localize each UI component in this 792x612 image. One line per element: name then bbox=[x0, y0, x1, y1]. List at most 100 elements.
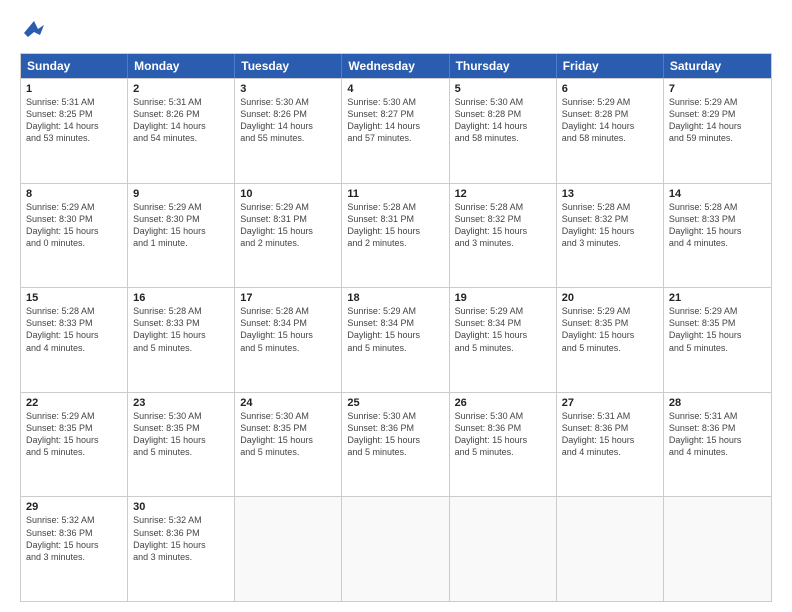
cal-cell: 9Sunrise: 5:29 AMSunset: 8:30 PMDaylight… bbox=[128, 184, 235, 288]
cal-cell bbox=[557, 497, 664, 601]
cal-day-info: Sunrise: 5:30 AMSunset: 8:36 PMDaylight:… bbox=[455, 410, 551, 459]
cal-day-info: Sunrise: 5:28 AMSunset: 8:33 PMDaylight:… bbox=[26, 305, 122, 354]
page: SundayMondayTuesdayWednesdayThursdayFrid… bbox=[0, 0, 792, 612]
cal-cell: 4Sunrise: 5:30 AMSunset: 8:27 PMDaylight… bbox=[342, 79, 449, 183]
cal-week-3: 15Sunrise: 5:28 AMSunset: 8:33 PMDayligh… bbox=[21, 287, 771, 392]
cal-day-number: 1 bbox=[26, 83, 122, 95]
cal-day-number: 27 bbox=[562, 397, 658, 409]
cal-day-number: 2 bbox=[133, 83, 229, 95]
cal-cell: 2Sunrise: 5:31 AMSunset: 8:26 PMDaylight… bbox=[128, 79, 235, 183]
cal-day-number: 24 bbox=[240, 397, 336, 409]
cal-day-number: 5 bbox=[455, 83, 551, 95]
cal-week-5: 29Sunrise: 5:32 AMSunset: 8:36 PMDayligh… bbox=[21, 496, 771, 601]
cal-day-number: 4 bbox=[347, 83, 443, 95]
cal-day-number: 19 bbox=[455, 292, 551, 304]
cal-day-info: Sunrise: 5:29 AMSunset: 8:35 PMDaylight:… bbox=[562, 305, 658, 354]
cal-day-info: Sunrise: 5:28 AMSunset: 8:34 PMDaylight:… bbox=[240, 305, 336, 354]
cal-cell: 10Sunrise: 5:29 AMSunset: 8:31 PMDayligh… bbox=[235, 184, 342, 288]
cal-day-info: Sunrise: 5:29 AMSunset: 8:35 PMDaylight:… bbox=[669, 305, 766, 354]
cal-header-wednesday: Wednesday bbox=[342, 54, 449, 78]
cal-day-number: 7 bbox=[669, 83, 766, 95]
cal-cell bbox=[450, 497, 557, 601]
cal-day-number: 28 bbox=[669, 397, 766, 409]
cal-day-info: Sunrise: 5:29 AMSunset: 8:34 PMDaylight:… bbox=[455, 305, 551, 354]
cal-day-info: Sunrise: 5:28 AMSunset: 8:33 PMDaylight:… bbox=[669, 201, 766, 250]
cal-day-info: Sunrise: 5:29 AMSunset: 8:34 PMDaylight:… bbox=[347, 305, 443, 354]
cal-day-info: Sunrise: 5:30 AMSunset: 8:35 PMDaylight:… bbox=[240, 410, 336, 459]
cal-cell: 19Sunrise: 5:29 AMSunset: 8:34 PMDayligh… bbox=[450, 288, 557, 392]
cal-day-info: Sunrise: 5:30 AMSunset: 8:26 PMDaylight:… bbox=[240, 96, 336, 145]
cal-header-thursday: Thursday bbox=[450, 54, 557, 78]
cal-day-info: Sunrise: 5:31 AMSunset: 8:26 PMDaylight:… bbox=[133, 96, 229, 145]
cal-cell: 6Sunrise: 5:29 AMSunset: 8:28 PMDaylight… bbox=[557, 79, 664, 183]
cal-day-info: Sunrise: 5:31 AMSunset: 8:36 PMDaylight:… bbox=[669, 410, 766, 459]
cal-day-info: Sunrise: 5:32 AMSunset: 8:36 PMDaylight:… bbox=[26, 514, 122, 563]
cal-week-1: 1Sunrise: 5:31 AMSunset: 8:25 PMDaylight… bbox=[21, 78, 771, 183]
cal-day-number: 11 bbox=[347, 188, 443, 200]
cal-day-info: Sunrise: 5:29 AMSunset: 8:30 PMDaylight:… bbox=[133, 201, 229, 250]
cal-cell: 22Sunrise: 5:29 AMSunset: 8:35 PMDayligh… bbox=[21, 393, 128, 497]
logo bbox=[20, 15, 52, 43]
cal-day-number: 29 bbox=[26, 501, 122, 513]
cal-day-info: Sunrise: 5:28 AMSunset: 8:32 PMDaylight:… bbox=[562, 201, 658, 250]
cal-cell: 30Sunrise: 5:32 AMSunset: 8:36 PMDayligh… bbox=[128, 497, 235, 601]
calendar-header-row: SundayMondayTuesdayWednesdayThursdayFrid… bbox=[21, 54, 771, 78]
cal-day-info: Sunrise: 5:32 AMSunset: 8:36 PMDaylight:… bbox=[133, 514, 229, 563]
cal-cell bbox=[342, 497, 449, 601]
cal-day-number: 23 bbox=[133, 397, 229, 409]
cal-cell: 11Sunrise: 5:28 AMSunset: 8:31 PMDayligh… bbox=[342, 184, 449, 288]
cal-day-info: Sunrise: 5:30 AMSunset: 8:28 PMDaylight:… bbox=[455, 96, 551, 145]
cal-day-number: 22 bbox=[26, 397, 122, 409]
cal-day-number: 26 bbox=[455, 397, 551, 409]
cal-day-info: Sunrise: 5:29 AMSunset: 8:29 PMDaylight:… bbox=[669, 96, 766, 145]
cal-day-info: Sunrise: 5:31 AMSunset: 8:25 PMDaylight:… bbox=[26, 96, 122, 145]
cal-day-info: Sunrise: 5:30 AMSunset: 8:35 PMDaylight:… bbox=[133, 410, 229, 459]
cal-week-4: 22Sunrise: 5:29 AMSunset: 8:35 PMDayligh… bbox=[21, 392, 771, 497]
calendar-body: 1Sunrise: 5:31 AMSunset: 8:25 PMDaylight… bbox=[21, 78, 771, 601]
cal-cell: 27Sunrise: 5:31 AMSunset: 8:36 PMDayligh… bbox=[557, 393, 664, 497]
cal-cell: 21Sunrise: 5:29 AMSunset: 8:35 PMDayligh… bbox=[664, 288, 771, 392]
cal-header-sunday: Sunday bbox=[21, 54, 128, 78]
cal-header-monday: Monday bbox=[128, 54, 235, 78]
cal-header-tuesday: Tuesday bbox=[235, 54, 342, 78]
cal-day-number: 14 bbox=[669, 188, 766, 200]
cal-day-info: Sunrise: 5:29 AMSunset: 8:35 PMDaylight:… bbox=[26, 410, 122, 459]
cal-cell: 5Sunrise: 5:30 AMSunset: 8:28 PMDaylight… bbox=[450, 79, 557, 183]
cal-day-info: Sunrise: 5:30 AMSunset: 8:27 PMDaylight:… bbox=[347, 96, 443, 145]
cal-cell: 17Sunrise: 5:28 AMSunset: 8:34 PMDayligh… bbox=[235, 288, 342, 392]
cal-cell bbox=[235, 497, 342, 601]
cal-cell: 15Sunrise: 5:28 AMSunset: 8:33 PMDayligh… bbox=[21, 288, 128, 392]
cal-header-friday: Friday bbox=[557, 54, 664, 78]
cal-day-number: 12 bbox=[455, 188, 551, 200]
cal-cell: 8Sunrise: 5:29 AMSunset: 8:30 PMDaylight… bbox=[21, 184, 128, 288]
cal-cell: 3Sunrise: 5:30 AMSunset: 8:26 PMDaylight… bbox=[235, 79, 342, 183]
cal-day-number: 20 bbox=[562, 292, 658, 304]
cal-day-number: 8 bbox=[26, 188, 122, 200]
cal-cell: 24Sunrise: 5:30 AMSunset: 8:35 PMDayligh… bbox=[235, 393, 342, 497]
cal-day-info: Sunrise: 5:29 AMSunset: 8:30 PMDaylight:… bbox=[26, 201, 122, 250]
cal-cell: 14Sunrise: 5:28 AMSunset: 8:33 PMDayligh… bbox=[664, 184, 771, 288]
cal-day-number: 30 bbox=[133, 501, 229, 513]
cal-week-2: 8Sunrise: 5:29 AMSunset: 8:30 PMDaylight… bbox=[21, 183, 771, 288]
cal-cell: 12Sunrise: 5:28 AMSunset: 8:32 PMDayligh… bbox=[450, 184, 557, 288]
cal-cell bbox=[664, 497, 771, 601]
cal-cell: 7Sunrise: 5:29 AMSunset: 8:29 PMDaylight… bbox=[664, 79, 771, 183]
cal-day-info: Sunrise: 5:28 AMSunset: 8:33 PMDaylight:… bbox=[133, 305, 229, 354]
cal-header-saturday: Saturday bbox=[664, 54, 771, 78]
cal-day-info: Sunrise: 5:30 AMSunset: 8:36 PMDaylight:… bbox=[347, 410, 443, 459]
cal-day-number: 10 bbox=[240, 188, 336, 200]
cal-day-number: 21 bbox=[669, 292, 766, 304]
cal-day-number: 9 bbox=[133, 188, 229, 200]
cal-day-number: 6 bbox=[562, 83, 658, 95]
cal-cell: 26Sunrise: 5:30 AMSunset: 8:36 PMDayligh… bbox=[450, 393, 557, 497]
cal-day-number: 3 bbox=[240, 83, 336, 95]
calendar: SundayMondayTuesdayWednesdayThursdayFrid… bbox=[20, 53, 772, 602]
cal-cell: 23Sunrise: 5:30 AMSunset: 8:35 PMDayligh… bbox=[128, 393, 235, 497]
cal-day-number: 25 bbox=[347, 397, 443, 409]
cal-day-number: 16 bbox=[133, 292, 229, 304]
cal-cell: 20Sunrise: 5:29 AMSunset: 8:35 PMDayligh… bbox=[557, 288, 664, 392]
cal-cell: 1Sunrise: 5:31 AMSunset: 8:25 PMDaylight… bbox=[21, 79, 128, 183]
cal-cell: 28Sunrise: 5:31 AMSunset: 8:36 PMDayligh… bbox=[664, 393, 771, 497]
cal-cell: 16Sunrise: 5:28 AMSunset: 8:33 PMDayligh… bbox=[128, 288, 235, 392]
cal-cell: 13Sunrise: 5:28 AMSunset: 8:32 PMDayligh… bbox=[557, 184, 664, 288]
